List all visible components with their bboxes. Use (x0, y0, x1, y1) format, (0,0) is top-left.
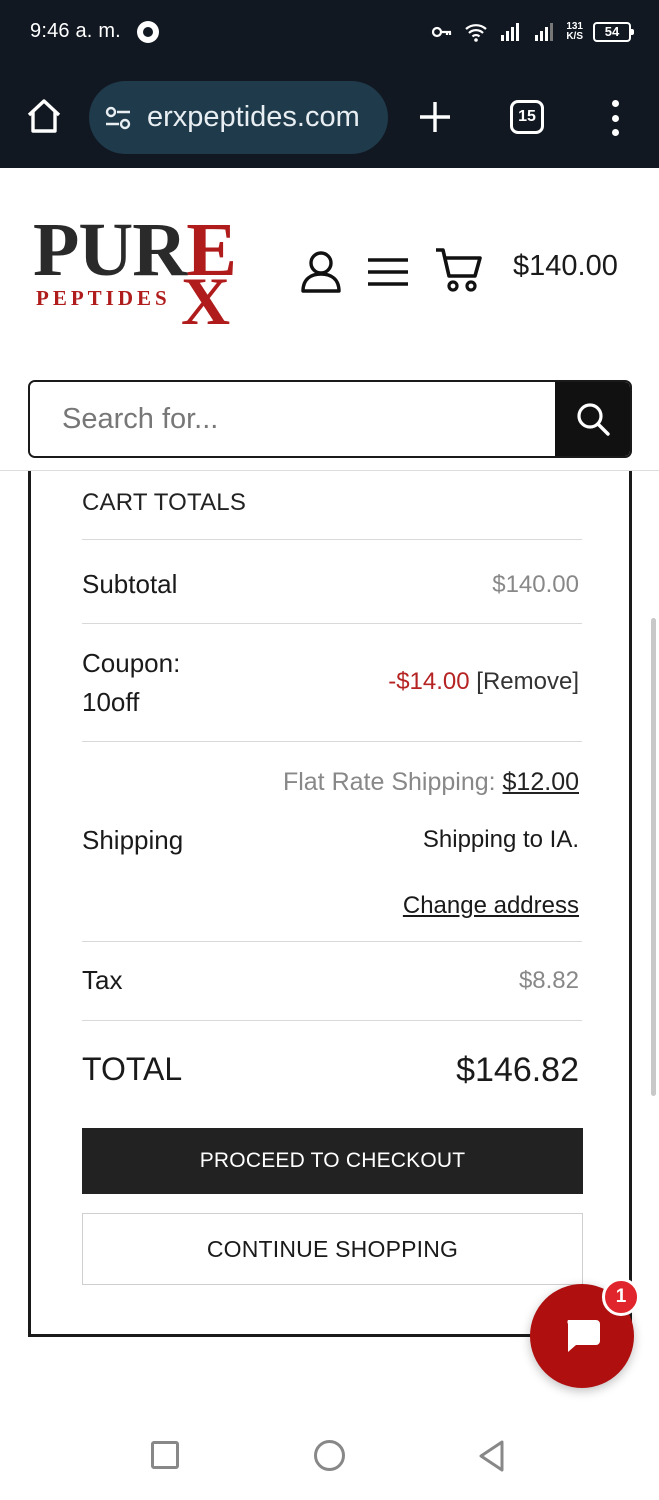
home-nav-button[interactable] (314, 1440, 345, 1471)
cart-totals-title: CART TOTALS (82, 489, 247, 516)
battery-icon: 54 (593, 22, 634, 42)
tax-label: Tax (82, 965, 123, 995)
total-value: $146.82 (456, 1051, 579, 1089)
chat-unread-badge: 1 (602, 1278, 640, 1316)
status-time: 9:46 a. m. (30, 20, 121, 42)
user-icon[interactable] (298, 249, 344, 295)
change-address-link[interactable]: Change address (403, 892, 579, 920)
continue-shopping-button[interactable]: CONTINUE SHOPPING (82, 1213, 583, 1285)
shipping-destination: Shipping to IA. (422, 826, 579, 853)
divider (82, 741, 582, 742)
browser-chrome: 9:46 a. m. 131 K/S 54 erxpeptides.com 15 (0, 0, 659, 168)
back-icon[interactable] (477, 1439, 507, 1473)
tax-value: $8.82 (518, 967, 579, 994)
more-icon[interactable] (605, 100, 625, 136)
coupon-discount: -$14.00 (388, 668, 470, 695)
coupon-label-title: Coupon: (82, 648, 181, 678)
scrollbar[interactable] (651, 618, 656, 1096)
coupon-value-row: -$14.00 [Remove] (388, 668, 579, 696)
address-bar[interactable]: erxpeptides.com (89, 81, 388, 154)
search-bar (28, 380, 632, 458)
divider (82, 1020, 582, 1021)
network-speed-unit: K/S (566, 31, 583, 42)
coupon-remove-link[interactable]: [Remove] (476, 668, 579, 695)
proceed-to-checkout-button[interactable]: PROCEED TO CHECKOUT (82, 1128, 583, 1194)
home-icon[interactable] (24, 96, 64, 136)
wifi-icon (465, 24, 488, 42)
site-logo[interactable]: PURE PEPTIDES X (33, 212, 253, 339)
network-speed: 131 K/S (566, 22, 583, 42)
signal-icon-2 (535, 23, 554, 41)
logo-subtitle: PEPTIDES (36, 286, 171, 310)
shipping-label: Shipping (82, 825, 184, 855)
shipping-amount: $12.00 (502, 768, 579, 796)
subtotal-label: Subtotal (82, 569, 178, 599)
logo-x: X (181, 263, 231, 339)
chat-icon (567, 1320, 600, 1352)
search-icon (576, 403, 610, 436)
coupon-label: Coupon: 10off (82, 644, 180, 722)
search-button[interactable] (555, 382, 630, 456)
divider (82, 539, 582, 540)
shipping-method: Flat Rate Shipping: $12.00 (283, 768, 579, 797)
cart-icon[interactable] (434, 244, 484, 294)
divider (82, 941, 582, 942)
status-icons: 131 K/S 54 (430, 20, 634, 44)
header-cart-total[interactable]: $140.00 (513, 250, 618, 283)
divider (82, 623, 582, 624)
shipping-method-label: Flat Rate Shipping: (282, 768, 496, 796)
recent-apps-button[interactable] (151, 1441, 179, 1469)
cart-totals-panel: CART TOTALS Subtotal $140.00 Coupon: 10o… (28, 471, 632, 1337)
hamburger-icon[interactable] (365, 254, 411, 290)
coupon-code: 10off (82, 687, 140, 717)
url-text[interactable]: erxpeptides.com (147, 101, 377, 134)
total-label: TOTAL (82, 1051, 183, 1087)
site-settings-icon[interactable] (103, 103, 133, 133)
vpn-key-icon (432, 26, 452, 38)
signal-icon-1 (501, 23, 520, 41)
subtotal-value: $140.00 (492, 571, 579, 598)
plus-icon[interactable] (417, 99, 453, 135)
tabs-icon[interactable]: 15 (510, 100, 544, 134)
search-input[interactable] (30, 382, 555, 456)
notification-icon (137, 21, 159, 43)
